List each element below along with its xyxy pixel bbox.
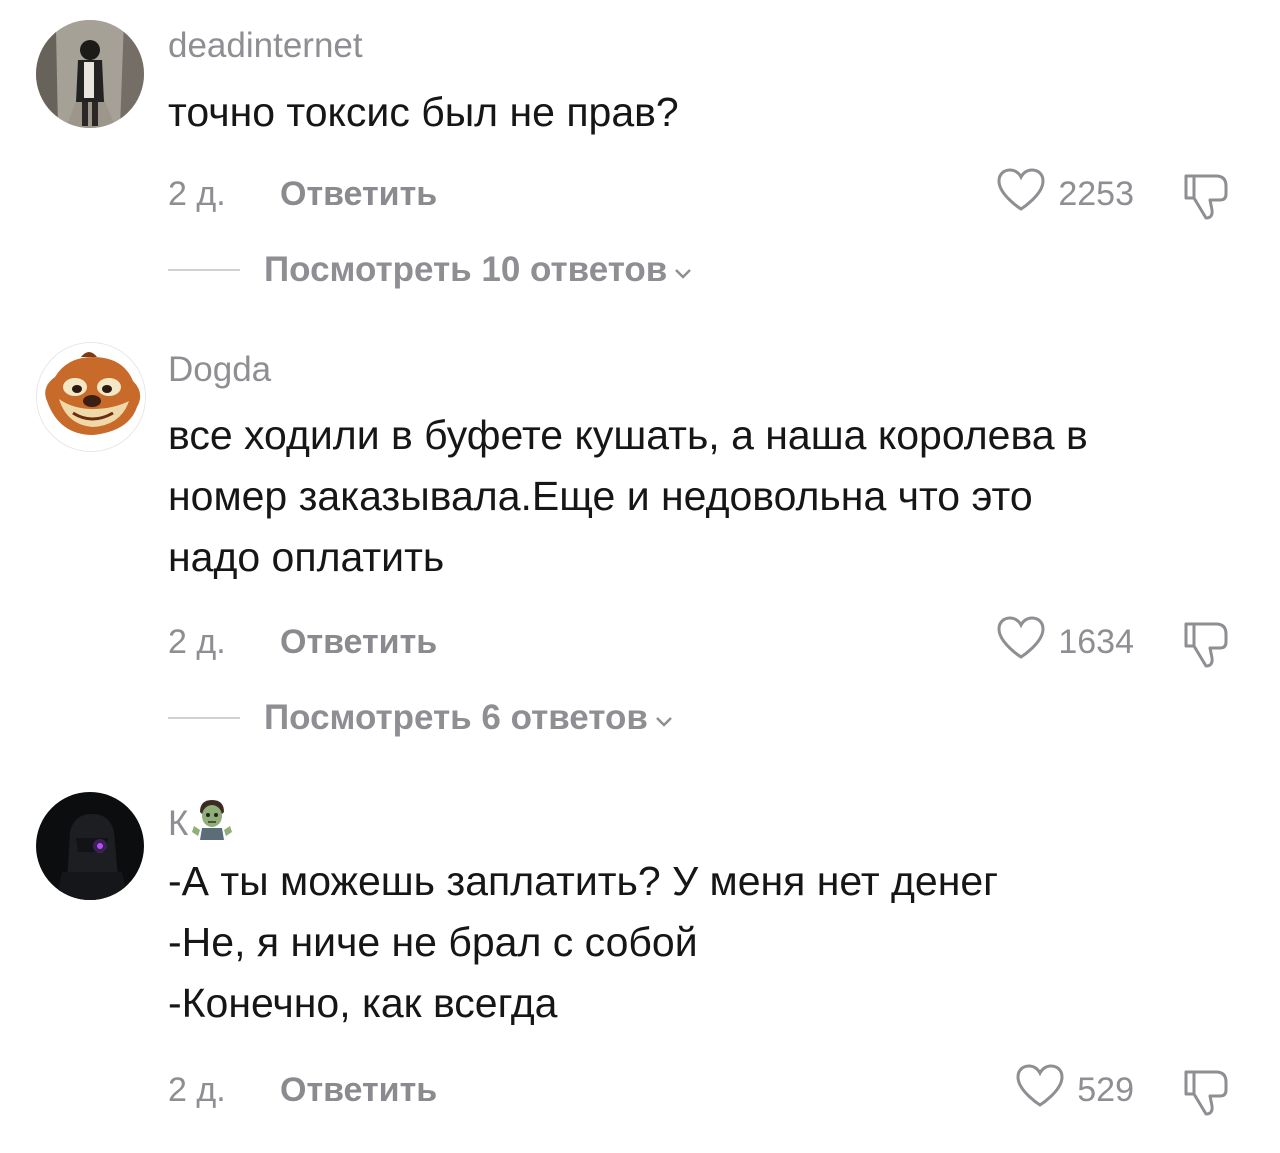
thumbs-down-outline-icon[interactable]	[1178, 1062, 1236, 1120]
reply-button[interactable]: Ответить	[280, 623, 437, 662]
comment-author[interactable]: К	[168, 796, 233, 851]
comment-meta: 2 д. Ответить	[168, 617, 437, 667]
author-name: К	[168, 803, 189, 843]
thumbs-down-outline-icon[interactable]	[1178, 614, 1236, 672]
comment-text: -А ты можешь заплатить? У меня нет денег…	[168, 858, 999, 1026]
avatar[interactable]	[36, 792, 144, 900]
comment-age: 2 д.	[168, 622, 226, 661]
heart-outline-icon	[996, 615, 1046, 670]
avatar[interactable]	[36, 20, 144, 128]
avatar[interactable]	[36, 342, 146, 452]
comment-meta: 2 д. Ответить	[168, 1065, 437, 1115]
comment-author[interactable]: deadinternet	[168, 24, 363, 68]
view-replies-button[interactable]: Посмотреть 6 ответов	[168, 693, 674, 743]
like-button[interactable]: 2253	[996, 167, 1134, 222]
author-name: deadinternet	[168, 26, 363, 65]
chevron-down-icon	[673, 250, 693, 290]
view-replies-label: Посмотреть 6 ответов	[264, 698, 648, 737]
reply-button[interactable]: Ответить	[280, 1071, 437, 1110]
comment-text: точно токсис был не прав?	[168, 89, 679, 135]
heart-outline-icon	[996, 167, 1046, 222]
heart-outline-icon	[1015, 1063, 1065, 1118]
divider	[168, 269, 240, 271]
like-count: 1634	[1058, 622, 1134, 661]
divider	[168, 717, 240, 719]
comment-age: 2 д.	[168, 174, 226, 213]
comment-meta: 2 д. Ответить	[168, 169, 437, 219]
comment-text: все ходили в буфете кушать, а наша корол…	[168, 412, 1088, 580]
like-count: 2253	[1058, 174, 1134, 213]
zombie-emoji-icon	[192, 796, 233, 851]
like-count: 529	[1077, 1070, 1134, 1109]
like-button[interactable]: 1634	[996, 615, 1134, 670]
view-replies-label: Посмотреть 10 ответов	[264, 250, 668, 289]
author-name: Dogda	[168, 350, 272, 389]
like-button[interactable]: 529	[1015, 1063, 1134, 1118]
view-replies-button[interactable]: Посмотреть 10 ответов	[168, 245, 693, 295]
comment-age: 2 д.	[168, 1070, 226, 1109]
reply-button[interactable]: Ответить	[280, 175, 437, 214]
comment-author[interactable]: Dogda	[168, 348, 271, 392]
chevron-down-icon	[654, 698, 674, 738]
thumbs-down-outline-icon[interactable]	[1178, 166, 1236, 224]
